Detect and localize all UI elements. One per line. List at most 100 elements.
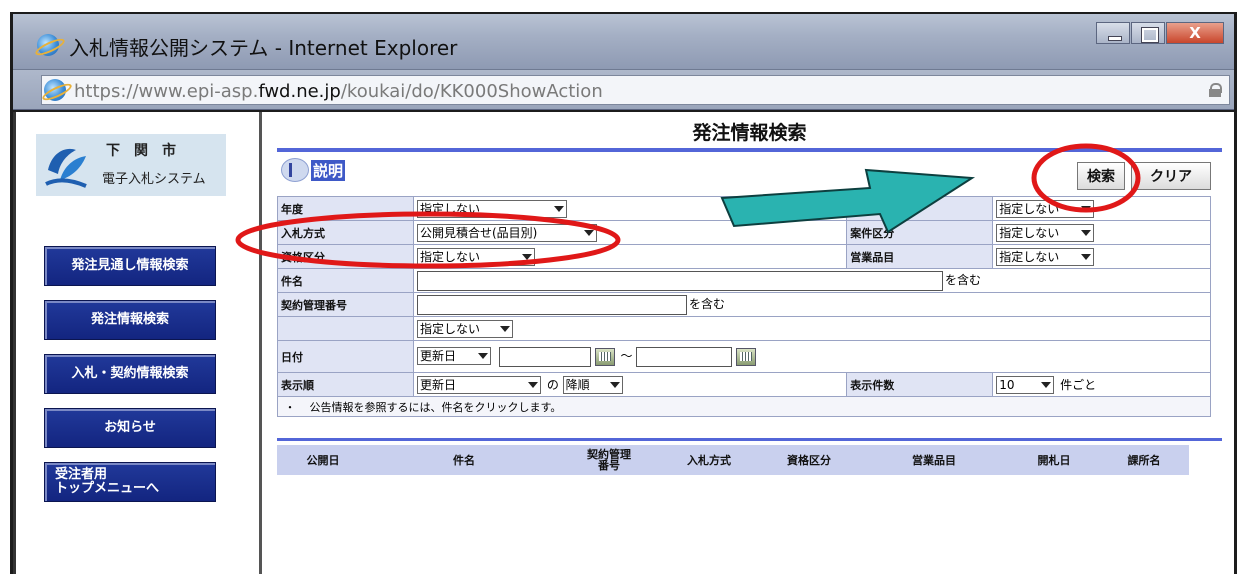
subject-suffix: を含む [945, 273, 982, 287]
order-cell: 更新日 の 降順 [412, 372, 848, 397]
year-cell: 指定しない [412, 196, 848, 221]
chevron-down-icon [478, 352, 488, 359]
left-navigation: 下関市 電子入札システム 発注見通し情報検索 発注情報検索 入札・契約情報検索 … [16, 112, 262, 574]
close-button[interactable]: X [1166, 22, 1224, 44]
year-label: 年度 [277, 196, 414, 221]
extra-select-cell: 指定しない [413, 316, 1211, 341]
business-item-select[interactable]: 指定しない [996, 247, 1095, 266]
order-direction-select[interactable]: 降順 [562, 375, 623, 394]
chevron-down-icon [500, 325, 510, 332]
date-type-select-value: 更新日 [420, 349, 457, 363]
clear-button[interactable]: クリア [1131, 162, 1211, 190]
nav-notices[interactable]: お知らせ [44, 408, 216, 448]
order-field-select[interactable]: 更新日 [417, 375, 541, 394]
contract-no-input[interactable] [417, 294, 687, 315]
order-label: 表示順 [277, 372, 414, 397]
chevron-down-icon [1081, 253, 1092, 260]
search-button[interactable]: 検索 [1077, 162, 1125, 190]
results-header: 公開日 件名 契約管理 番号 入札方式 資格区分 営業品目 開札日 課所名 [277, 445, 1189, 475]
title-divider [277, 148, 1222, 152]
help-label: 説明 [311, 159, 346, 181]
url-field[interactable]: https://www.epi-asp.fwd.ne.jp/koukai/do/… [41, 75, 1230, 105]
column-header: 課所名 [1127, 453, 1161, 467]
contract-no-cell: を含む [413, 292, 1211, 317]
case-type-select[interactable]: 指定しない [996, 223, 1095, 242]
date-from-input[interactable] [498, 346, 591, 367]
internet-explorer-icon [37, 34, 59, 56]
info-icon [281, 158, 309, 182]
window-title: 入札情報公開システム - Internet Explorer [69, 36, 458, 60]
case-type-label: 案件区分 [846, 220, 994, 245]
contract-no-suffix: を含む [689, 297, 726, 311]
year-right-select[interactable]: 指定しない [996, 199, 1095, 218]
date-to-input[interactable] [636, 346, 733, 367]
lock-icon [1209, 83, 1222, 97]
subject-input[interactable] [417, 270, 943, 291]
nav-order-outlook-search[interactable]: 発注見通し情報検索 [44, 246, 216, 286]
count-label: 表示件数 [846, 372, 994, 397]
column-header: 入札方式 [687, 453, 731, 467]
city-emblem-icon [45, 148, 87, 188]
bid-method-label: 入札方式 [277, 220, 414, 245]
chevron-down-icon [584, 229, 594, 236]
contract-no-label: 契約管理番号 [277, 292, 414, 317]
chevron-down-icon [1041, 381, 1052, 388]
bid-method-select[interactable]: 公開見積合せ(品目別) [417, 223, 597, 242]
chevron-down-icon [609, 381, 620, 388]
date-cell: 更新日 ～ [413, 340, 1211, 373]
business-item-label: 営業品目 [846, 244, 994, 269]
chevron-down-icon [528, 381, 538, 388]
date-label: 日付 [277, 340, 414, 373]
blank-label [277, 316, 414, 341]
note-text: 公告情報を参照するには、件名をクリックします。 [309, 400, 562, 414]
count-cell: 10 件ごと [992, 372, 1211, 397]
qualification-cell: 指定しない [412, 244, 848, 269]
note-cell: ・ 公告情報を参照するには、件名をクリックします。 [277, 396, 1211, 417]
count-suffix: 件ごと [1060, 377, 1097, 392]
results-divider [277, 438, 1222, 441]
nav-bid-contract-search[interactable]: 入札・契約情報検索 [44, 354, 216, 394]
chevron-down-icon [554, 205, 564, 212]
page-title: 発注情報検索 [692, 122, 807, 144]
date-range-separator: ～ [620, 349, 633, 363]
url-path: /koukai/do/KK000ShowAction [340, 81, 603, 102]
extra-select[interactable]: 指定しない [417, 319, 513, 338]
case-type-select-value: 指定しない [999, 226, 1060, 240]
maximize-button[interactable] [1131, 22, 1165, 44]
page-icon [44, 79, 66, 101]
subject-label: 件名 [277, 268, 414, 293]
address-bar: https://www.epi-asp.fwd.ne.jp/koukai/do/… [13, 70, 1234, 110]
date-type-select[interactable]: 更新日 [417, 346, 491, 365]
title-bar: 入札情報公開システム - Internet Explorer X [13, 14, 1234, 70]
url-domain: fwd.ne.jp [258, 81, 341, 102]
qualification-select[interactable]: 指定しない [417, 247, 535, 266]
page-content: 下関市 電子入札システム 発注見通し情報検索 発注情報検索 入札・契約情報検索 … [13, 112, 1234, 574]
order-of-text: の [546, 378, 559, 392]
minimize-button[interactable] [1096, 22, 1130, 44]
calendar-icon[interactable] [594, 347, 615, 366]
url-prefix: https://www.epi-asp. [74, 81, 259, 102]
chevron-down-icon [1081, 205, 1092, 212]
main-panel: 発注情報検索 説明 検索 クリア 年度 指定しない 指定しない 入札方式 公開見… [265, 112, 1234, 574]
qualification-label: 資格区分 [277, 244, 414, 269]
count-select[interactable]: 10 [996, 375, 1055, 394]
column-header: 資格区分 [787, 453, 831, 467]
note-bullet: ・ [284, 400, 296, 414]
url-text: https://www.epi-asp.fwd.ne.jp/koukai/do/… [74, 81, 603, 102]
qualification-select-value: 指定しない [420, 250, 481, 264]
year-select[interactable]: 指定しない [417, 199, 567, 218]
nav-order-info-search[interactable]: 発注情報検索 [44, 300, 216, 340]
logo-system-name: 電子入札システム [102, 172, 206, 187]
bid-method-select-value: 公開見積合せ(品目別) [420, 226, 538, 240]
chevron-down-icon [522, 253, 532, 260]
business-item-select-value: 指定しない [999, 250, 1060, 264]
year-select-value: 指定しない [420, 202, 481, 216]
column-header: 公開日 [306, 453, 340, 467]
city-logo: 下関市 電子入札システム [36, 134, 226, 196]
chevron-down-icon [1081, 229, 1092, 236]
order-field-select-value: 更新日 [420, 378, 457, 392]
calendar-icon[interactable] [736, 347, 757, 366]
help-link[interactable]: 説明 [281, 158, 346, 182]
case-type-cell: 指定しない [992, 220, 1211, 245]
nav-contractor-top-menu[interactable]: 受注者用 トップメニューへ [44, 462, 216, 502]
